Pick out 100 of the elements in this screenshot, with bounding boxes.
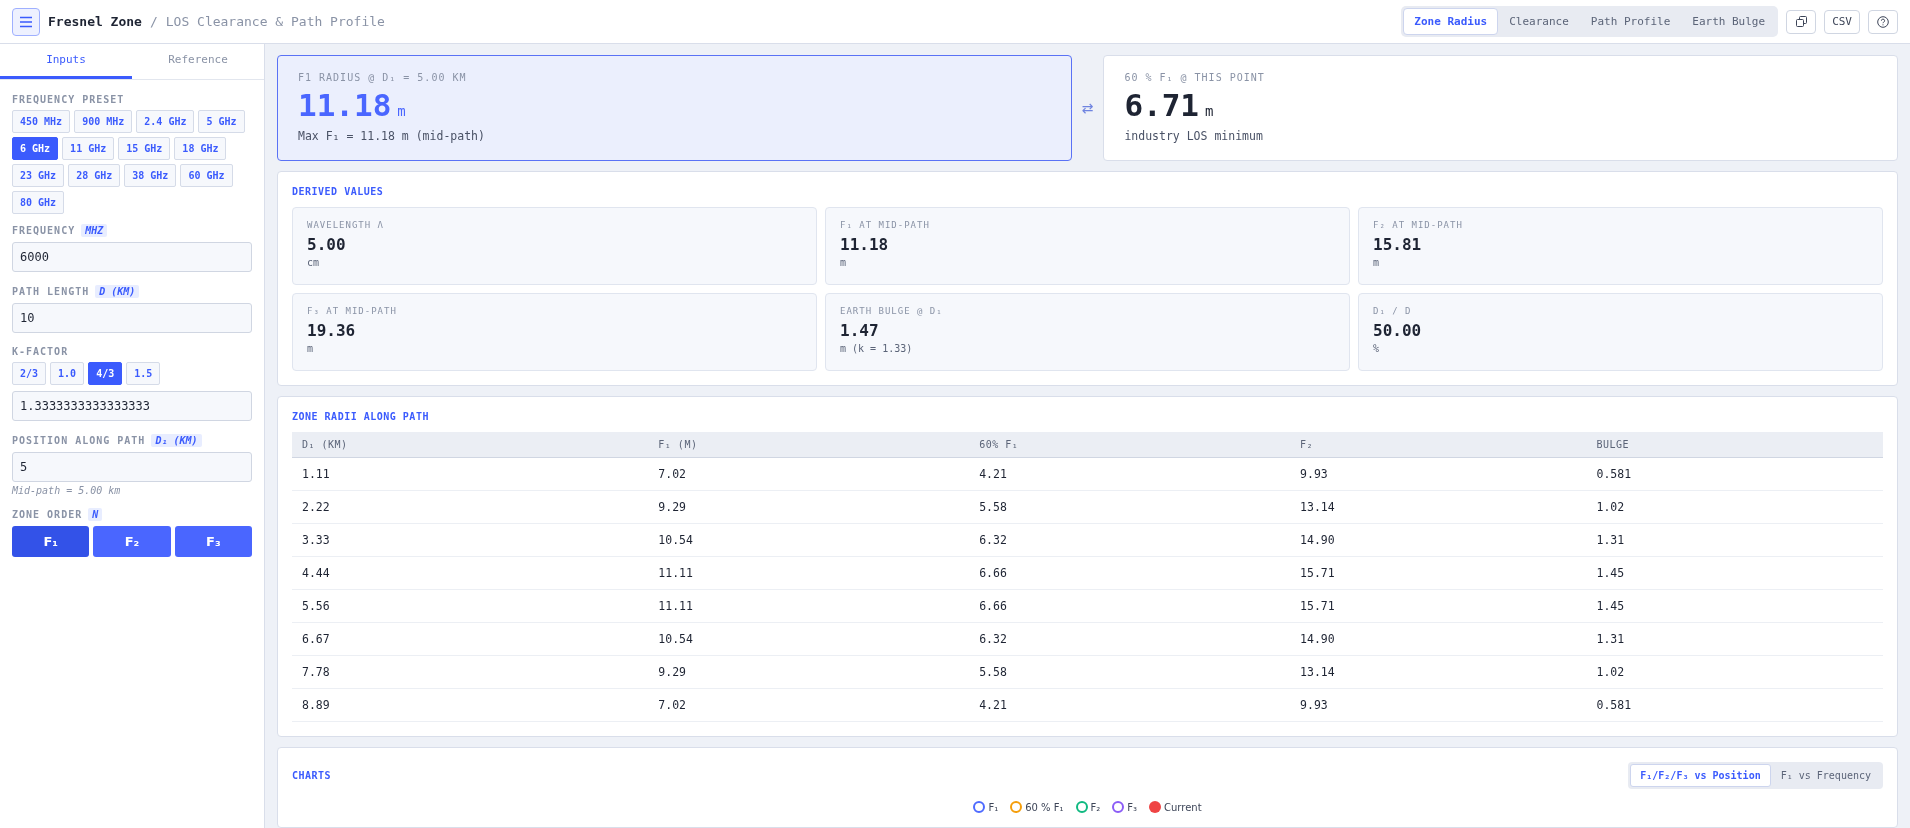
legend-label: 60 % F₁	[1025, 801, 1064, 813]
table-cell: 4.44	[292, 556, 649, 590]
path-length-input[interactable]: 10	[12, 303, 252, 333]
tile-value: 5.00	[307, 235, 347, 254]
table-cell: 1.45	[1586, 556, 1883, 590]
chart-tab[interactable]: F₁ vs Frequency	[1770, 764, 1881, 787]
table-cell: 5.56	[292, 589, 649, 623]
table-cell: 10.54	[648, 622, 970, 656]
preset-chip[interactable]: 23 GHz	[12, 164, 65, 187]
tile-value: 50.00	[1373, 321, 1423, 340]
copy-icon	[1795, 16, 1807, 27]
preset-chip[interactable]: 15 GHz	[118, 137, 171, 160]
legend-label: F₁	[988, 801, 999, 813]
breadcrumb-separator: /	[149, 14, 158, 29]
preset-chip[interactable]: 28 GHz	[68, 164, 121, 187]
chart-tab[interactable]: F₁/F₂/F₃ vs Position	[1630, 764, 1771, 787]
table-cell: 15.71	[1290, 589, 1587, 623]
tile-unit: m	[840, 257, 848, 268]
metric-unit: m	[397, 103, 406, 119]
column-header: 60% F₁	[969, 432, 1291, 458]
tile-unit: m (k = 1.33)	[840, 343, 914, 354]
field-label: PATH LENGTH	[12, 286, 90, 297]
copy-button[interactable]	[1786, 9, 1817, 34]
metric-label: 60 % F₁ @ THIS POINT	[1124, 72, 1266, 83]
table-cell: 2.22	[292, 490, 649, 524]
preset-chip[interactable]: 38 GHz	[124, 164, 177, 187]
k-factor-chip[interactable]: 4/3	[88, 362, 123, 385]
legend-label: Current	[1164, 801, 1202, 813]
preset-chip[interactable]: 80 GHz	[12, 191, 65, 214]
table-cell: 1.31	[1586, 622, 1883, 656]
view-tab[interactable]: Clearance	[1498, 8, 1580, 35]
tile-label: F₃ AT MID-PATH	[307, 306, 398, 316]
sidebar-tab[interactable]: Reference	[132, 44, 264, 79]
table-cell: 14.90	[1290, 622, 1587, 656]
legend-label: F₃	[1127, 801, 1138, 813]
view-tab[interactable]: Path Profile	[1579, 8, 1682, 35]
help-button[interactable]	[1868, 9, 1898, 34]
view-tab[interactable]: Zone Radius	[1403, 8, 1499, 35]
table-cell: 10.54	[648, 523, 970, 557]
table-cell: 13.14	[1290, 655, 1587, 689]
table-cell: 6.32	[969, 622, 1291, 656]
table-cell: 1.02	[1586, 655, 1883, 689]
section-title: DERIVED VALUES	[292, 186, 385, 197]
table-cell: 9.93	[1290, 688, 1587, 722]
table-cell: 1.31	[1586, 523, 1883, 557]
frequency-input[interactable]: 6000	[12, 242, 252, 272]
position-input[interactable]: 5	[12, 452, 252, 482]
table-cell: 1.11	[292, 457, 649, 491]
table-cell: 9.93	[1290, 457, 1587, 491]
table-cell: 4.21	[969, 457, 1291, 491]
table-cell: 7.02	[648, 457, 970, 491]
zone-order-button[interactable]: F₂	[93, 526, 171, 557]
tile-label: EARTH BULGE @ D₁	[840, 306, 944, 316]
table-cell: 5.58	[969, 655, 1291, 689]
preset-chip[interactable]: 900 MHz	[74, 110, 133, 133]
column-header: BULGE	[1586, 432, 1883, 458]
zone-order-button[interactable]: F₃	[174, 526, 252, 557]
sidebar-tab[interactable]: Inputs	[0, 44, 132, 79]
tile-unit: %	[1373, 343, 1381, 354]
preset-chip[interactable]: 450 MHz	[12, 110, 71, 133]
table-cell: 1.02	[1586, 490, 1883, 524]
column-header: F₂	[1290, 432, 1587, 458]
preset-chip[interactable]: 60 GHz	[180, 164, 233, 187]
metric-value: 11.18	[298, 87, 392, 123]
column-header: F₁ (M)	[648, 432, 970, 458]
metric-label: F1 RADIUS @ D₁ = 5.00 KM	[298, 72, 468, 83]
table-cell: 9.29	[648, 490, 970, 524]
field-label: K-FACTOR	[12, 346, 69, 357]
tile-unit: cm	[307, 257, 321, 268]
preset-chip[interactable]: 11 GHz	[62, 137, 115, 160]
metric-value: 6.71	[1124, 87, 1200, 123]
legend-label: F₂	[1090, 801, 1101, 813]
preset-chip[interactable]: 6 GHz	[12, 137, 59, 160]
unit-tag: D₁ (KM)	[151, 434, 202, 447]
tile-label: F₂ AT MID-PATH	[1373, 220, 1464, 230]
table-cell: 7.78	[292, 655, 649, 689]
swap-icon: ⇄	[1081, 100, 1094, 116]
unit-tag: MHZ	[81, 224, 108, 237]
help-icon	[1877, 15, 1889, 28]
k-factor-chip[interactable]: 2/3	[12, 362, 47, 385]
tile-label: WAVELENGTH Λ	[307, 220, 386, 230]
preset-chip[interactable]: 2.4 GHz	[136, 110, 195, 133]
k-factor-input[interactable]: 1.3333333333333333	[12, 391, 252, 421]
zone-order-button[interactable]: F₁	[12, 526, 90, 557]
csv-button[interactable]: CSV	[1824, 9, 1860, 34]
column-header: D₁ (KM)	[292, 432, 649, 458]
field-label: FREQUENCY	[12, 225, 76, 236]
metric-note: Max F₁ = 11.18 m (mid-path)	[298, 129, 486, 143]
view-tab[interactable]: Earth Bulge	[1681, 8, 1777, 35]
preset-chip[interactable]: 18 GHz	[174, 137, 227, 160]
table-cell: 7.02	[648, 688, 970, 722]
menu-icon	[19, 15, 33, 28]
k-factor-chip[interactable]: 1.0	[50, 362, 85, 385]
app-title: Fresnel Zone	[48, 14, 142, 29]
menu-button[interactable]	[12, 7, 40, 36]
tile-value: 19.36	[307, 321, 357, 340]
field-label: POSITION ALONG PATH	[12, 435, 146, 446]
k-factor-chip[interactable]: 1.5	[126, 362, 161, 385]
preset-chip[interactable]: 5 GHz	[198, 110, 245, 133]
table-cell: 6.67	[292, 622, 649, 656]
